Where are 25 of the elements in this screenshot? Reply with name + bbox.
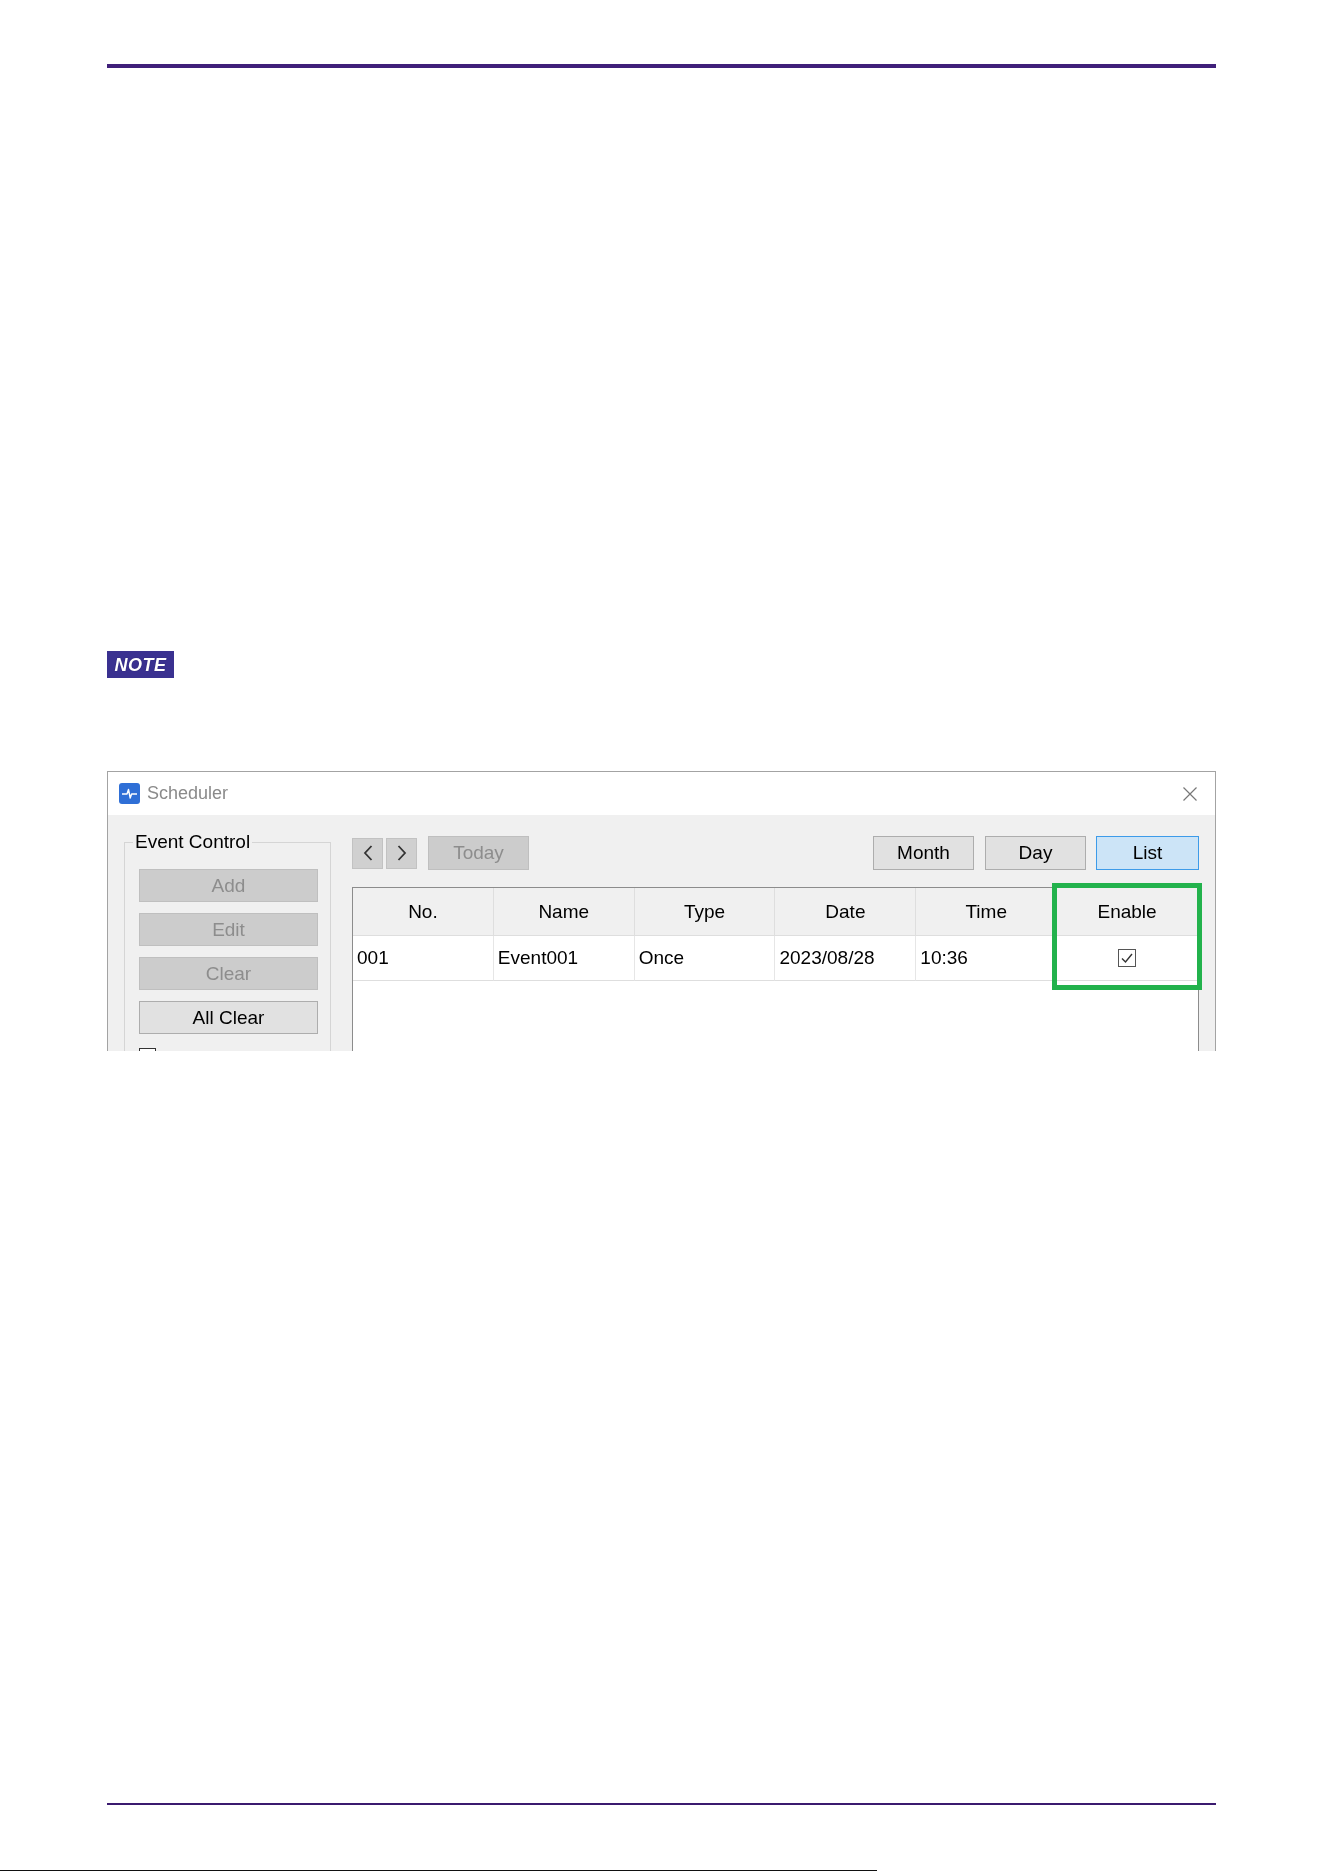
app-icon — [119, 783, 140, 804]
next-button[interactable] — [386, 837, 417, 869]
view-tab[interactable]: Day — [985, 836, 1086, 870]
table-cell: Once — [634, 936, 776, 981]
column-header: Enable — [1057, 888, 1198, 936]
previous-button[interactable] — [352, 837, 383, 869]
view-tab[interactable]: Month — [873, 836, 974, 870]
note-badge: NOTE — [107, 651, 174, 678]
table-cell: 10:36 — [916, 936, 1058, 981]
view-tab[interactable]: List — [1096, 836, 1199, 870]
table-cell: 2023/08/28 — [775, 936, 917, 981]
group-title: Event Control — [134, 831, 252, 853]
column-header: No. — [353, 888, 494, 936]
column-header: Type — [634, 888, 776, 936]
checkbox[interactable] — [139, 1048, 156, 1051]
column-header: Date — [775, 888, 917, 936]
chevron-left-icon — [362, 845, 373, 861]
column-header: Name — [493, 888, 635, 936]
table-cell: Event001 — [493, 936, 635, 981]
chevron-right-icon — [396, 845, 407, 861]
table-cell: 001 — [353, 936, 494, 981]
checkbox[interactable] — [1118, 949, 1137, 967]
window-title: Scheduler — [147, 783, 229, 804]
close-icon[interactable] — [1183, 786, 1197, 801]
event-button[interactable]: All Clear — [139, 1001, 318, 1034]
